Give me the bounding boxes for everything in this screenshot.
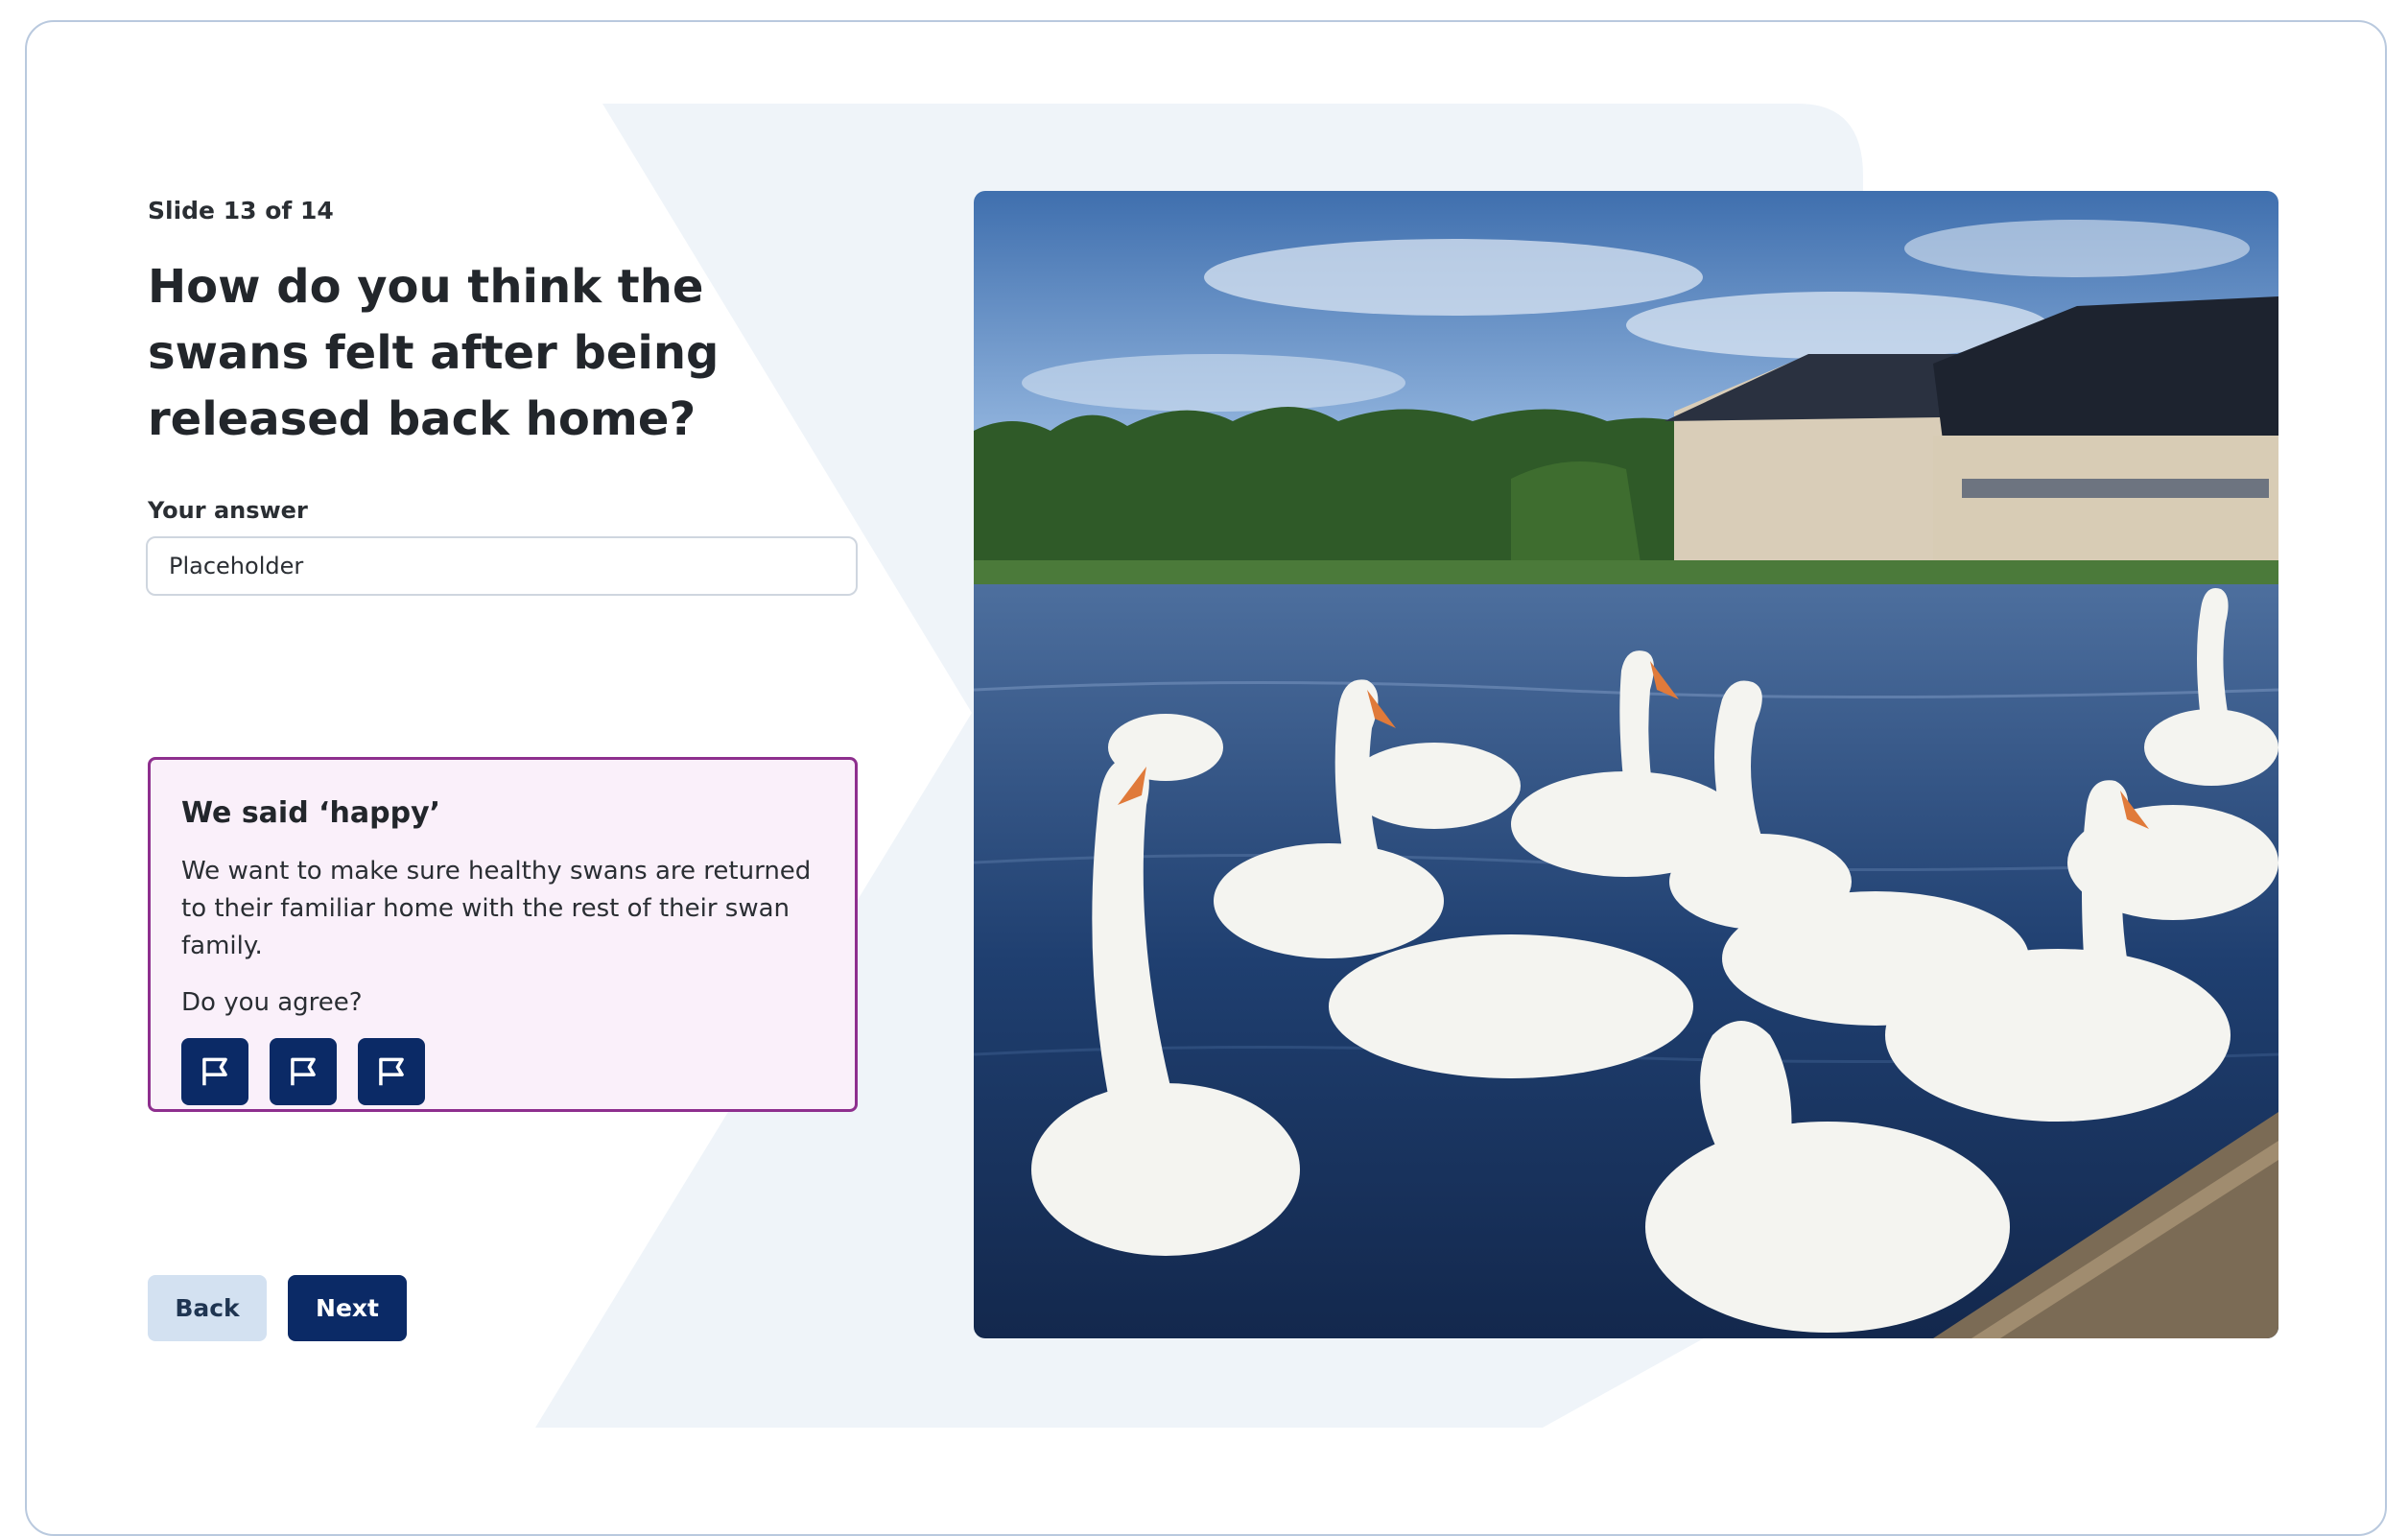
answer-input[interactable] [146, 536, 858, 596]
back-button[interactable]: Back [148, 1275, 267, 1341]
flag-button-2[interactable] [270, 1038, 337, 1105]
flag-icon [379, 1057, 404, 1086]
flag-icon [291, 1057, 316, 1086]
flag-button-group [181, 1038, 824, 1105]
swans-photo [974, 191, 2278, 1338]
next-button[interactable]: Next [288, 1275, 407, 1341]
flag-button-3[interactable] [358, 1038, 425, 1105]
feedback-callout: We said ‘happy’ We want to make sure hea… [148, 757, 858, 1112]
slide-frame: Slide 13 of 14 How do you think the swan… [25, 20, 2387, 1536]
callout-body: We want to make sure healthy swans are r… [181, 857, 812, 960]
callout-title: We said ‘happy’ [181, 796, 441, 830]
slide-counter: Slide 13 of 14 [148, 197, 334, 224]
flag-icon [202, 1057, 227, 1086]
question-heading: How do you think the swans felt after be… [148, 260, 720, 446]
answer-label: Your answer [148, 497, 308, 524]
flag-button-1[interactable] [181, 1038, 248, 1105]
callout-prompt: Do you agree? [181, 988, 363, 1017]
